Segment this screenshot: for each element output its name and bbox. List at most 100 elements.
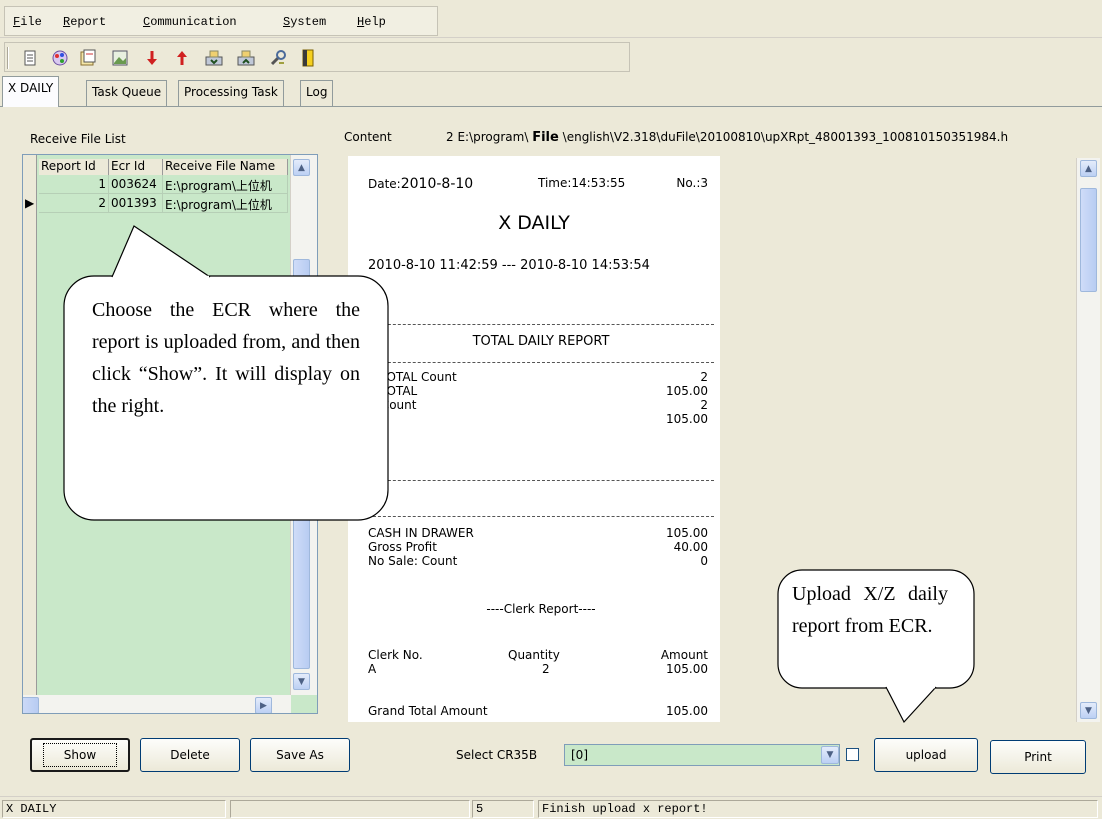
summary-label: Gross Profit: [368, 540, 437, 554]
summary-label: No Sale: Count: [368, 554, 458, 568]
receive-file-list-header: Receive File List: [4, 116, 318, 154]
show-button[interactable]: Show: [30, 738, 130, 772]
total-value: 105.00: [666, 384, 708, 398]
total-line: H Count 2: [368, 398, 714, 412]
clerk-qty-header: Quantity: [508, 648, 560, 662]
save-as-button[interactable]: Save As: [250, 738, 350, 772]
cell-file-name: E:\program\上位机: [163, 175, 288, 194]
summary-value: 0: [700, 554, 708, 568]
report-title: X DAILY: [498, 212, 570, 234]
menu-communication[interactable]: Communication: [143, 15, 237, 29]
report-date-line: Date:2010-8-10 Time:14:53:55 No.:3: [368, 176, 714, 192]
status-message: Finish upload x report!: [538, 800, 1098, 818]
summary-value: 105.00: [666, 526, 708, 540]
total-value: 2: [700, 398, 708, 412]
section-title: TOTAL DAILY REPORT: [472, 334, 610, 349]
cell-report-id: 2: [39, 194, 109, 213]
show-button-label: Show: [42, 743, 118, 767]
scroll-down-icon[interactable]: ▼: [293, 673, 310, 690]
scroll-thumb[interactable]: [1080, 188, 1097, 292]
status-bar: X DAILY 5 Finish upload x report!: [0, 796, 1102, 819]
cell-ecr-id: 001393: [109, 194, 163, 213]
date-label: Date:: [368, 177, 401, 191]
tab-task-queue[interactable]: Task Queue: [86, 80, 168, 106]
document-icon[interactable]: [19, 47, 41, 69]
content-path-rest: \english\V2.318\duFile\20100810\upXRpt_4…: [562, 130, 1009, 144]
current-row-marker-icon: ▶: [25, 196, 35, 210]
cell-report-id: 1: [39, 175, 109, 194]
cell-file-name: E:\program\上位机: [163, 194, 288, 213]
grand-total-value: 105.00: [666, 704, 708, 718]
menu-help[interactable]: Help: [357, 15, 386, 29]
print-button[interactable]: Print: [990, 740, 1086, 774]
summary-value: 40.00: [673, 540, 708, 554]
receipt-number: No.:3: [676, 176, 708, 190]
arrow-down-icon[interactable]: [141, 47, 163, 69]
select-cr35b-label: Select CR35B: [456, 748, 538, 762]
summary-line: Gross Profit 40.00: [368, 540, 714, 554]
chevron-down-icon[interactable]: ▼: [821, 746, 839, 764]
image-icon[interactable]: [109, 47, 131, 69]
summary-line: No Sale: Count 0: [368, 554, 714, 568]
tab-processing-task[interactable]: Processing Task: [178, 80, 284, 106]
clerk-header-line: Clerk No. Quantity Amount: [368, 648, 714, 662]
content-path-start: 2 E:\program\: [446, 130, 529, 144]
content-path: 2 E:\program\ File \english\V2.318\duFil…: [446, 130, 1008, 145]
upload-button[interactable]: upload: [874, 738, 978, 772]
menu-file[interactable]: File: [13, 15, 42, 29]
status-mode: X DAILY: [2, 800, 226, 818]
scroll-up-icon[interactable]: ▲: [1080, 160, 1097, 177]
column-header-ecr-id[interactable]: Ecr Id: [109, 159, 163, 175]
cr35b-select-value: [0]: [571, 748, 588, 762]
clerk-no-header: Clerk No.: [368, 648, 423, 662]
left-callout-text: Choose the ECR where the report is uploa…: [92, 299, 360, 417]
divider: [368, 480, 714, 481]
column-header-file-name[interactable]: Receive File Name: [163, 159, 288, 175]
divider: [368, 516, 714, 517]
notes-icon[interactable]: [77, 47, 99, 69]
total-line: H105.00: [368, 412, 714, 426]
scroll-up-icon[interactable]: ▲: [293, 159, 310, 176]
upload-checkbox[interactable]: [846, 748, 859, 761]
arrow-up-icon[interactable]: [171, 47, 193, 69]
status-count: 5: [472, 800, 534, 818]
time-value: Time:14:53:55: [538, 176, 626, 190]
menu-system[interactable]: System: [283, 15, 326, 29]
tab-x-daily[interactable]: X DAILY: [2, 76, 60, 107]
clerk-no: A: [368, 662, 377, 676]
grand-total-line: Grand Total Amount 105.00: [368, 704, 714, 718]
cell-ecr-id: 003624: [109, 175, 163, 194]
tab-log[interactable]: Log: [300, 80, 334, 106]
cr35b-select[interactable]: [0] ▼: [564, 744, 840, 766]
grid-horizontal-scrollbar[interactable]: ◀ ▶: [23, 695, 291, 713]
palette-icon[interactable]: [49, 47, 71, 69]
content-label: Content: [344, 130, 392, 144]
toolbar-grip: [7, 47, 9, 69]
total-value: 2: [700, 370, 708, 384]
report-period: 2010-8-10 11:42:59 --- 2010-8-10 14:53:5…: [368, 258, 650, 273]
download-data-icon[interactable]: [203, 47, 225, 69]
delete-button[interactable]: Delete: [140, 738, 240, 772]
scroll-down-icon[interactable]: ▼: [1080, 702, 1097, 719]
upload-data-icon[interactable]: [235, 47, 257, 69]
scroll-right-icon[interactable]: ▶: [255, 697, 272, 713]
clerk-qty: 2: [542, 662, 550, 676]
status-empty: [230, 800, 470, 818]
total-value: 105.00: [666, 412, 708, 426]
column-header-report-id[interactable]: Report Id: [39, 159, 109, 175]
grand-total-label: Grand Total Amount: [368, 704, 488, 718]
table-row[interactable]: ▶ 2 001393 E:\program\上位机: [23, 194, 288, 213]
menu-bar: File Report Communication System Help: [0, 0, 1102, 38]
menu-strip: File Report Communication System Help: [4, 6, 438, 36]
tools-icon[interactable]: [267, 47, 289, 69]
clerk-amount: 105.00: [666, 662, 708, 676]
total-line: T TOTAL Count 2: [368, 370, 714, 384]
scroll-thumb[interactable]: [23, 697, 39, 713]
file-word: File: [532, 130, 559, 145]
exit-door-icon[interactable]: [297, 47, 319, 69]
content-header: Content 2 E:\program\ File \english\V2.3…: [324, 116, 1102, 154]
date-value: 2010-8-10: [400, 176, 474, 192]
menu-report[interactable]: Report: [63, 15, 106, 29]
right-callout-text: Upload X/Z daily report from ECR.: [792, 583, 948, 637]
report-vertical-scrollbar[interactable]: ▲ ▼: [1076, 158, 1100, 722]
